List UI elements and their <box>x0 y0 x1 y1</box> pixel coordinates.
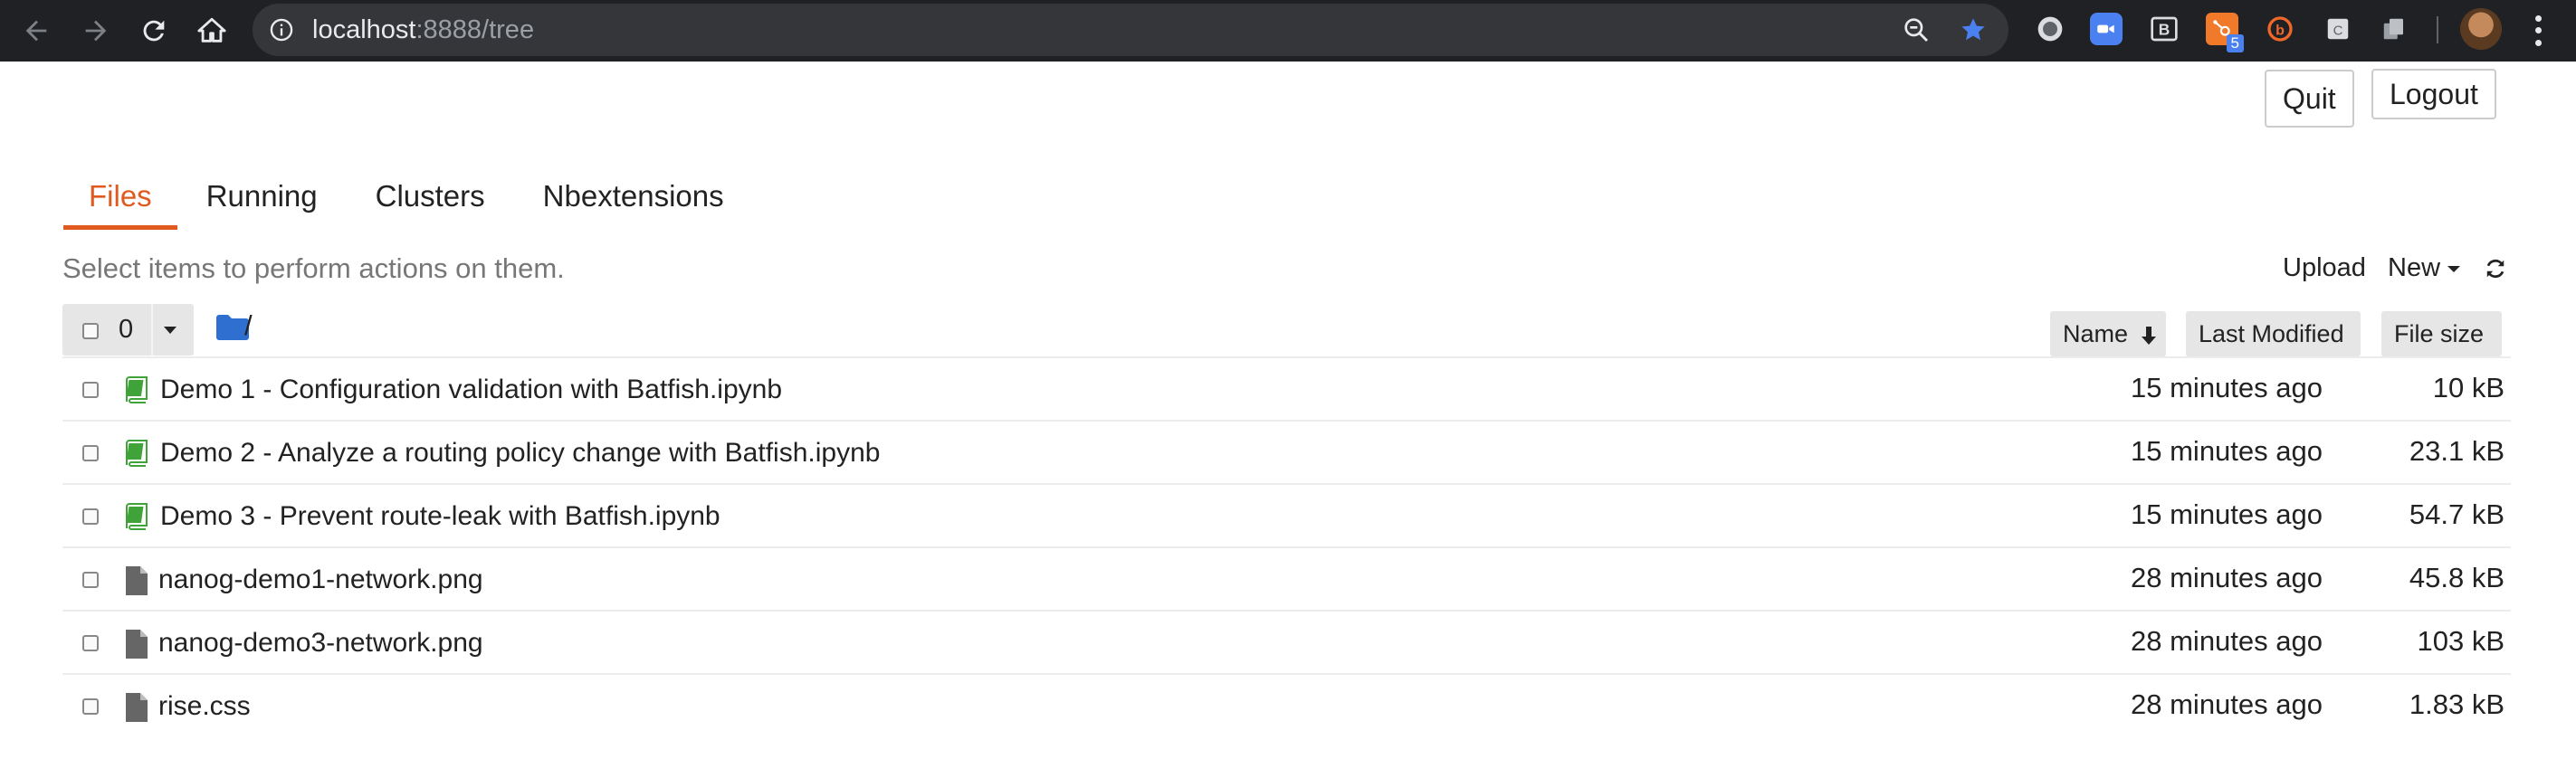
b-icon[interactable]: B <box>2148 13 2180 45</box>
file-list: Demo 1 - Configuration validation with B… <box>62 356 2511 736</box>
file-size: 103 kB <box>2417 625 2504 657</box>
copy-icon[interactable] <box>2378 13 2410 45</box>
notebook-icon <box>126 440 148 467</box>
reload-icon <box>143 20 165 42</box>
list-item[interactable]: rise.css 28 minutes ago 1.83 kB <box>62 673 2511 736</box>
back-arrow-icon <box>25 20 47 42</box>
file-name[interactable]: Demo 1 - Configuration validation with B… <box>160 375 782 405</box>
file-name[interactable]: Demo 3 - Prevent route-leak with Batfish… <box>160 501 720 532</box>
refresh-icon[interactable] <box>2484 257 2507 280</box>
list-item[interactable]: nanog-demo3-network.png 28 minutes ago 1… <box>62 610 2511 673</box>
zoom-out-icon[interactable] <box>1902 15 1931 44</box>
profile-avatar[interactable] <box>2460 8 2502 50</box>
zoom-icon[interactable] <box>2090 13 2123 45</box>
bookmark-star-icon[interactable] <box>1959 15 1988 44</box>
arrow-down-icon <box>2141 326 2156 345</box>
svg-text:b: b <box>2275 24 2285 39</box>
sort-by-modified-button[interactable]: Last Modified <box>2186 311 2361 356</box>
home-icon <box>197 17 226 43</box>
file-size: 54.7 kB <box>2409 498 2504 530</box>
file-size: 10 kB <box>2432 372 2504 403</box>
list-item[interactable]: Demo 3 - Prevent route-leak with Batfish… <box>62 483 2511 546</box>
file-icon <box>126 630 148 659</box>
tab-nbextensions[interactable]: Nbextensions <box>514 168 753 230</box>
row-checkbox[interactable] <box>82 382 99 398</box>
file-icon <box>126 566 148 595</box>
select-all-checkbox[interactable] <box>82 323 99 339</box>
file-modified: 28 minutes ago <box>2131 688 2323 720</box>
file-size: 23.1 kB <box>2409 435 2504 467</box>
row-checkbox[interactable] <box>82 635 99 651</box>
selected-count: 0 <box>119 315 134 344</box>
file-size: 1.83 kB <box>2409 688 2504 720</box>
select-all-group: 0 <box>62 304 194 356</box>
list-item[interactable]: nanog-demo1-network.png 28 minutes ago 4… <box>62 546 2511 610</box>
sort-by-size-button[interactable]: File size <box>2381 311 2502 356</box>
row-checkbox[interactable] <box>82 698 99 715</box>
info-icon[interactable] <box>269 17 294 43</box>
selection-hint: Select items to perform actions on them. <box>62 252 565 284</box>
reload-button[interactable] <box>132 9 176 52</box>
home-button[interactable] <box>190 9 234 52</box>
notebook-icon <box>126 376 148 403</box>
b-orange-icon[interactable]: b <box>2264 13 2296 45</box>
extension-badge: 5 <box>2226 34 2244 52</box>
file-name[interactable]: nanog-demo1-network.png <box>158 565 483 595</box>
file-name[interactable]: nanog-demo3-network.png <box>158 628 483 659</box>
browser-menu-icon[interactable] <box>2529 13 2547 49</box>
sort-by-name-button[interactable]: Name <box>2050 311 2166 356</box>
notebook-icon <box>126 503 148 530</box>
file-name[interactable]: Demo 2 - Analyze a routing policy change… <box>160 438 880 469</box>
select-menu-chevron-icon[interactable] <box>164 327 177 334</box>
quit-button[interactable]: Quit <box>2265 70 2354 128</box>
upload-button[interactable]: Upload <box>2283 252 2366 283</box>
address-bar[interactable]: localhost:8888/tree <box>253 4 2008 56</box>
forward-button[interactable] <box>74 9 118 52</box>
row-checkbox[interactable] <box>82 445 99 461</box>
new-button-label: New <box>2388 253 2441 282</box>
c-icon[interactable]: C <box>2322 13 2354 45</box>
browser-toolbar: localhost:8888/tree B 5 b C <box>0 0 2576 62</box>
divider <box>151 304 153 356</box>
svg-text:C: C <box>2333 23 2343 38</box>
chevron-down-icon <box>2447 265 2461 272</box>
file-modified: 28 minutes ago <box>2131 625 2323 657</box>
file-modified: 15 minutes ago <box>2131 435 2323 467</box>
hubspot-icon[interactable]: 5 <box>2206 13 2244 52</box>
file-name[interactable]: rise.css <box>158 691 251 722</box>
tab-files[interactable]: Files <box>63 168 177 230</box>
new-button[interactable]: New <box>2388 252 2461 283</box>
svg-text:B: B <box>2159 21 2171 39</box>
tab-clusters[interactable]: Clusters <box>347 168 514 230</box>
forward-arrow-icon <box>85 20 107 42</box>
github-icon[interactable] <box>2034 13 2066 45</box>
tab-running[interactable]: Running <box>177 168 347 230</box>
url-text[interactable]: localhost:8888/tree <box>312 15 534 44</box>
back-button[interactable] <box>14 9 58 52</box>
file-modified: 15 minutes ago <box>2131 372 2323 403</box>
row-checkbox[interactable] <box>82 508 99 525</box>
logout-button[interactable]: Logout <box>2371 69 2496 119</box>
file-modified: 28 minutes ago <box>2131 562 2323 593</box>
breadcrumb[interactable]: / <box>244 310 253 341</box>
sort-name-label: Name <box>2063 320 2129 347</box>
file-modified: 15 minutes ago <box>2131 498 2323 530</box>
dashboard-tabs: Files Running Clusters Nbextensions <box>63 168 753 230</box>
list-item[interactable]: Demo 1 - Configuration validation with B… <box>62 356 2511 420</box>
list-item[interactable]: Demo 2 - Analyze a routing policy change… <box>62 420 2511 483</box>
row-checkbox[interactable] <box>82 572 99 588</box>
file-size: 45.8 kB <box>2409 562 2504 593</box>
file-icon <box>126 693 148 722</box>
toolbar-divider <box>2437 16 2438 43</box>
